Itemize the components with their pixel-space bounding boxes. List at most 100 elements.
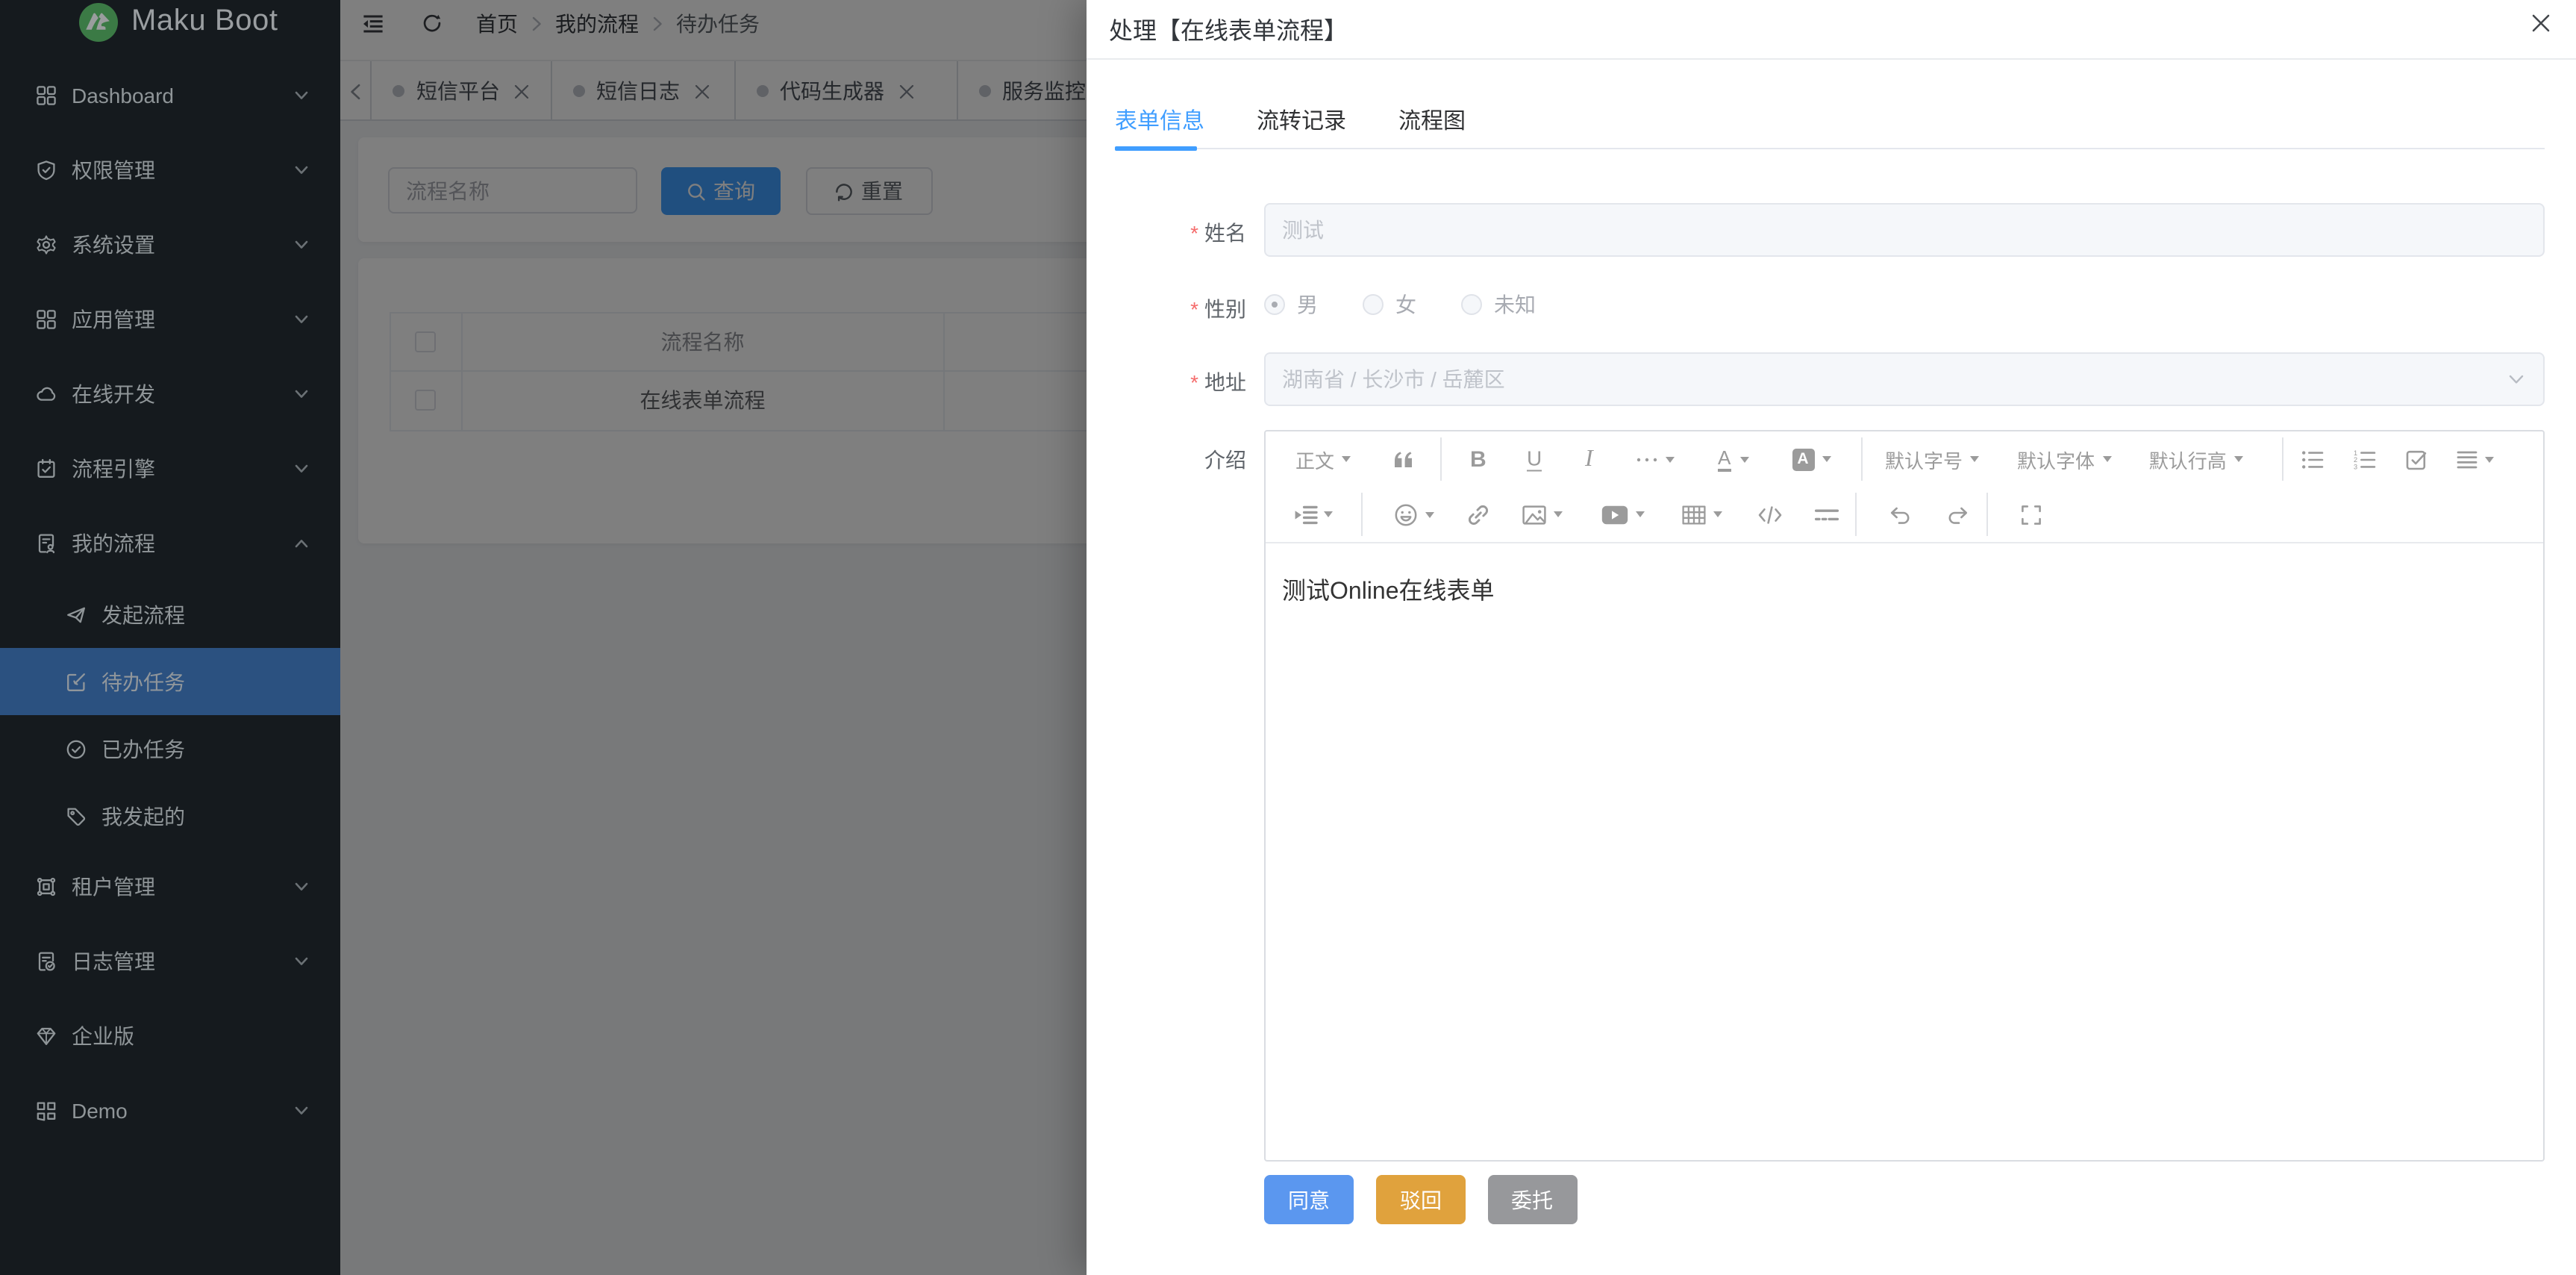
radio-female-label: 女 — [1395, 290, 1416, 319]
editor-more-styles-button[interactable] — [1636, 456, 1675, 462]
caret-down-icon — [1970, 456, 1979, 462]
editor-image-button[interactable] — [1522, 505, 1563, 524]
paper-plane-icon — [66, 604, 87, 625]
chevron-down-icon — [294, 387, 309, 402]
line-height-label: 默认行高 — [2149, 445, 2227, 473]
sidebar-item-my-initiated[interactable]: 我发起的 — [0, 782, 340, 850]
delegate-button[interactable]: 委托 — [1487, 1175, 1577, 1224]
chevron-down-icon — [294, 879, 309, 894]
radio-male[interactable]: 男 — [1264, 290, 1318, 319]
chevron-down-icon — [294, 237, 309, 252]
address-select[interactable]: 湖南省 / 长沙市 / 岳麓区 — [1264, 352, 2545, 406]
editor-todo-icon[interactable] — [2406, 449, 2427, 470]
editor-underline-icon[interactable]: U — [1527, 447, 1542, 472]
address-label-text: 地址 — [1204, 370, 1246, 394]
editor-justify-button[interactable] — [2457, 450, 2494, 468]
chevron-down-icon — [2507, 370, 2525, 388]
caret-down-icon — [1342, 456, 1351, 462]
editor-content[interactable]: 测试Online在线表单 — [1266, 543, 2543, 1160]
editor-redo-icon[interactable] — [1946, 505, 1969, 524]
sidebar-item-apps[interactable]: 应用管理 — [0, 282, 340, 357]
sidebar-item-done-tasks[interactable]: 已办任务 — [0, 715, 340, 782]
editor-toolbar-row2 — [1266, 487, 2543, 542]
editor-indent-button[interactable] — [1294, 505, 1333, 524]
editor-divider-icon[interactable] — [1815, 508, 1839, 521]
sidebar-item-demo[interactable]: Demo — [0, 1073, 340, 1148]
gem-icon — [36, 1026, 57, 1047]
approve-button[interactable]: 同意 — [1264, 1175, 1354, 1224]
editor-paragraph-style-button[interactable]: 正文 — [1295, 445, 1351, 473]
tab-flow-records[interactable]: 流转记录 — [1257, 90, 1346, 149]
intro-label-text: 介绍 — [1204, 448, 1246, 472]
document-check-icon — [36, 951, 57, 972]
caret-down-icon — [2234, 456, 2243, 462]
sidebar-item-enterprise[interactable]: 企业版 — [0, 999, 340, 1073]
drawer-tabs: 表单信息 流转记录 流程图 — [1115, 90, 2545, 149]
app-logo: Maku Boot — [0, 0, 340, 51]
tabs-track — [1115, 148, 2545, 149]
radio-male-circle — [1264, 294, 1285, 315]
editor-emoji-button[interactable] — [1394, 502, 1434, 526]
sidebar-item-dashboard[interactable]: Dashboard — [0, 58, 340, 133]
chevron-down-icon — [294, 461, 309, 476]
caret-down-icon — [1822, 456, 1831, 462]
chevron-down-icon — [294, 163, 309, 178]
sidebar-item-todo-tasks[interactable]: 待办任务 — [0, 648, 340, 715]
toolbar-group-divider — [1440, 437, 1442, 481]
editor-undo-icon[interactable] — [1889, 505, 1912, 524]
caret-down-icon — [1554, 511, 1563, 517]
editor-bullet-list-icon[interactable] — [2301, 449, 2324, 469]
caret-down-icon — [1666, 456, 1675, 462]
editor-numbered-list-icon[interactable]: 123 — [2354, 449, 2376, 469]
editor-font-size-button[interactable]: 默认字号 — [1885, 445, 1979, 473]
sidebar-item-tenants[interactable]: 租户管理 — [0, 850, 340, 924]
name-input[interactable]: 测试 — [1264, 203, 2545, 257]
reject-button[interactable]: 驳回 — [1376, 1175, 1466, 1224]
editor-italic-icon[interactable]: I — [1585, 447, 1593, 471]
caret-down-icon — [1739, 456, 1748, 462]
radio-unknown-label: 未知 — [1494, 290, 1536, 319]
sidebar-item-sys[interactable]: 系统设置 — [0, 208, 340, 282]
editor-line-height-button[interactable]: 默认行高 — [2149, 445, 2243, 473]
sidebar-item-my-flows[interactable]: 我的流程 — [0, 506, 340, 581]
editor-bold-icon[interactable]: B — [1470, 448, 1486, 470]
editor-font-family-button[interactable]: 默认字体 — [2017, 445, 2111, 473]
sidebar-item-flow-engine[interactable]: 流程引擎 — [0, 431, 340, 506]
italic-letter: I — [1585, 447, 1593, 471]
intro-label: 介绍 — [1204, 445, 1246, 475]
sidebar-item-perm[interactable]: 权限管理 — [0, 133, 340, 208]
sidebar-item-online-dev[interactable]: 在线开发 — [0, 357, 340, 431]
radio-female-circle — [1363, 294, 1384, 315]
radio-unknown[interactable]: 未知 — [1461, 290, 1536, 319]
editor-table-button[interactable] — [1681, 505, 1722, 524]
editor-bg-color-button[interactable]: A — [1792, 448, 1831, 470]
chevron-down-icon — [294, 1103, 309, 1118]
caret-down-icon — [2485, 456, 2494, 462]
edit-square-icon — [66, 671, 87, 692]
required-asterisk: * — [1190, 370, 1198, 394]
blocks-icon — [36, 1100, 57, 1121]
tab-flow-diagram[interactable]: 流程图 — [1398, 90, 1466, 149]
sidebar-item-logs[interactable]: 日志管理 — [0, 924, 340, 999]
editor-code-icon[interactable] — [1758, 505, 1782, 523]
sidebar-item-start-flow[interactable]: 发起流程 — [0, 581, 340, 648]
bg-color-letter: A — [1792, 448, 1814, 470]
caret-down-icon — [1425, 511, 1434, 517]
tabs-active-bar — [1115, 146, 1197, 150]
editor-font-color-button[interactable]: A — [1718, 447, 1748, 471]
editor-quote-icon[interactable] — [1394, 451, 1413, 467]
radio-female[interactable]: 女 — [1363, 290, 1416, 319]
frame-icon — [36, 876, 57, 897]
process-drawer: 处理【在线表单流程】 表单信息 流转记录 流程图 *姓名 测试 *性别 男 女 … — [1087, 0, 2576, 1275]
close-icon[interactable] — [2531, 13, 2551, 33]
editor-link-icon[interactable] — [1467, 503, 1489, 526]
caret-down-icon — [2102, 456, 2111, 462]
name-label: *姓名 — [1190, 218, 1246, 248]
editor-fullscreen-icon[interactable] — [2021, 504, 2042, 525]
toolbar-group-divider — [1360, 493, 1362, 536]
editor-video-button[interactable] — [1601, 505, 1645, 524]
grid-icon — [36, 85, 57, 106]
tab-form-info[interactable]: 表单信息 — [1115, 90, 1204, 149]
bg-color-box: A — [1792, 448, 1814, 470]
address-value: 湖南省 / 长沙市 / 岳麓区 — [1282, 364, 1505, 394]
